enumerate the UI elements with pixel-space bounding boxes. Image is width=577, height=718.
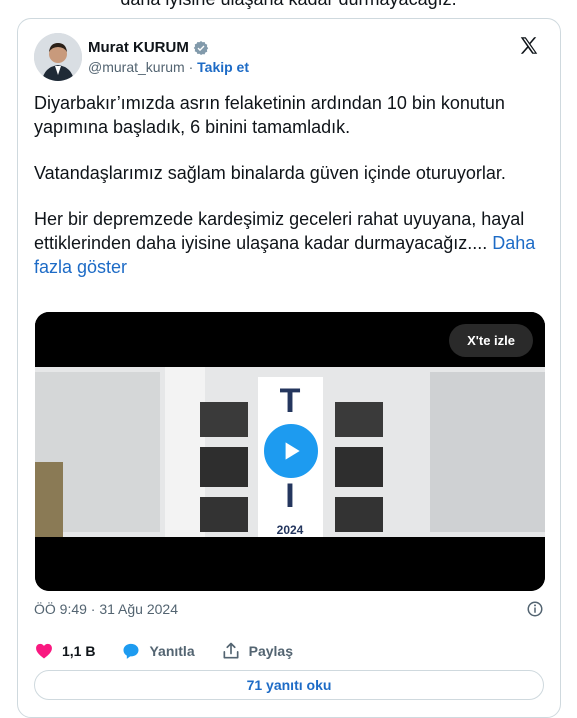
tweet-header: Murat KURUM @murat_kurum · Takip et — [34, 33, 544, 83]
follow-button[interactable]: Takip et — [197, 59, 249, 75]
reply-bubble-icon — [123, 643, 139, 659]
avatar[interactable] — [34, 33, 82, 81]
previous-tweet-text: daha iyisine ulaşana kadar durmayacağız. — [0, 0, 577, 10]
read-replies-button[interactable]: 71 yanıtı oku — [34, 670, 544, 700]
share-label: Paylaş — [248, 643, 293, 659]
tweet-paragraph: Her bir depremzede kardeşimiz geceleri r… — [34, 207, 554, 279]
watch-on-x-button[interactable]: X'te izle — [449, 324, 533, 357]
like-count: 1,1 B — [62, 643, 96, 659]
x-logo-icon[interactable] — [518, 35, 540, 57]
tweet-paragraph-text: Her bir depremzede kardeşimiz geceleri r… — [34, 209, 525, 253]
author-handle[interactable]: @murat_kurum — [88, 59, 185, 75]
author-name-row: Murat KURUM — [88, 39, 209, 56]
play-icon — [285, 442, 300, 460]
reply-label: Yanıtla — [149, 643, 195, 659]
author-name[interactable]: Murat KURUM — [88, 39, 189, 56]
share-icon — [223, 642, 239, 659]
tweet-card[interactable]: Murat KURUM @murat_kurum · Takip et Diya… — [17, 18, 561, 718]
info-icon[interactable] — [526, 600, 544, 618]
tweet-paragraph: Diyarbakır’ımızda asrın felaketinin ardı… — [34, 93, 505, 137]
video-player[interactable]: T İ 2024 X'te izle — [35, 312, 545, 591]
tweet-timestamp[interactable]: ÖÖ 9:49 · 31 Ağu 2024 — [34, 601, 178, 617]
svg-text:İ: İ — [285, 477, 294, 515]
play-button[interactable] — [260, 420, 322, 482]
tweet-text: Diyarbakır’ımızda asrın felaketinin ardı… — [34, 91, 554, 301]
handle-row: @murat_kurum · Takip et — [88, 59, 249, 75]
separator-dot: · — [188, 59, 194, 75]
like-button[interactable]: 1,1 B — [34, 641, 95, 661]
action-bar: 1,1 B Yanıtla Paylaş — [34, 641, 319, 661]
svg-text:T: T — [280, 382, 301, 420]
reply-button[interactable]: Yanıtla — [121, 641, 195, 661]
heart-icon — [36, 643, 52, 659]
share-button[interactable]: Paylaş — [221, 641, 293, 661]
video-sign-year: 2024 — [277, 523, 304, 537]
verified-badge-icon — [193, 40, 209, 55]
tweet-paragraph: Vatandaşlarımız sağlam binalarda güven i… — [34, 163, 506, 183]
